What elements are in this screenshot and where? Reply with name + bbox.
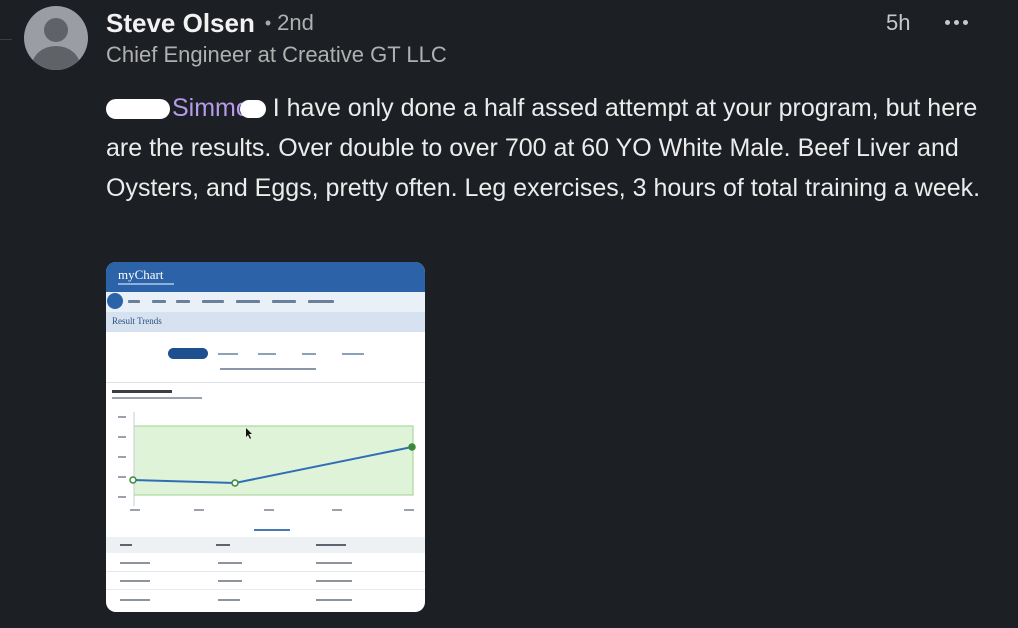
mention-name: Simmo: [172, 94, 250, 122]
trend-chart: [118, 412, 416, 511]
section-title: Result Trends: [112, 316, 162, 326]
avatar[interactable]: [24, 6, 88, 70]
logo-tagline: [118, 283, 174, 285]
ellipsis-icon: [944, 19, 950, 25]
thread-rail: [0, 39, 12, 40]
section-band: Result Trends: [106, 312, 425, 332]
menu-icon: [107, 293, 123, 309]
redaction-mark: [239, 100, 266, 119]
more-options-button[interactable]: [938, 6, 974, 38]
test-title: [112, 390, 172, 393]
author-headline: Chief Engineer at Creative GT LLC: [106, 42, 447, 67]
mychart-nav: [106, 292, 425, 313]
author-line: Steve Olsen • 2nd: [106, 6, 314, 40]
separator-dot: •: [264, 12, 272, 33]
reference-range: [112, 397, 202, 399]
redaction-mark: [106, 99, 170, 120]
results-table-header: [106, 537, 425, 553]
avatar-body-shape: [32, 46, 80, 70]
results-caption: [220, 368, 316, 370]
data-point: [231, 479, 239, 487]
data-point: [129, 476, 137, 484]
reference-band: [133, 425, 414, 496]
data-point: [408, 443, 416, 451]
connection-degree: 2nd: [277, 10, 314, 35]
mychart-header: myChart: [106, 262, 425, 292]
avatar-head-shape: [44, 18, 68, 42]
mention-link[interactable]: Simmo: [106, 94, 266, 122]
attached-image[interactable]: myChart Result Trends: [106, 262, 425, 612]
mychart-logo: myChart: [118, 267, 164, 282]
selected-tab: [168, 348, 208, 359]
author-name[interactable]: Steve Olsen: [106, 8, 255, 39]
show-table-link: [254, 529, 290, 531]
comment-text: Simmo I have only done a half assed atte…: [106, 88, 998, 208]
post-time: 5h: [886, 10, 911, 35]
